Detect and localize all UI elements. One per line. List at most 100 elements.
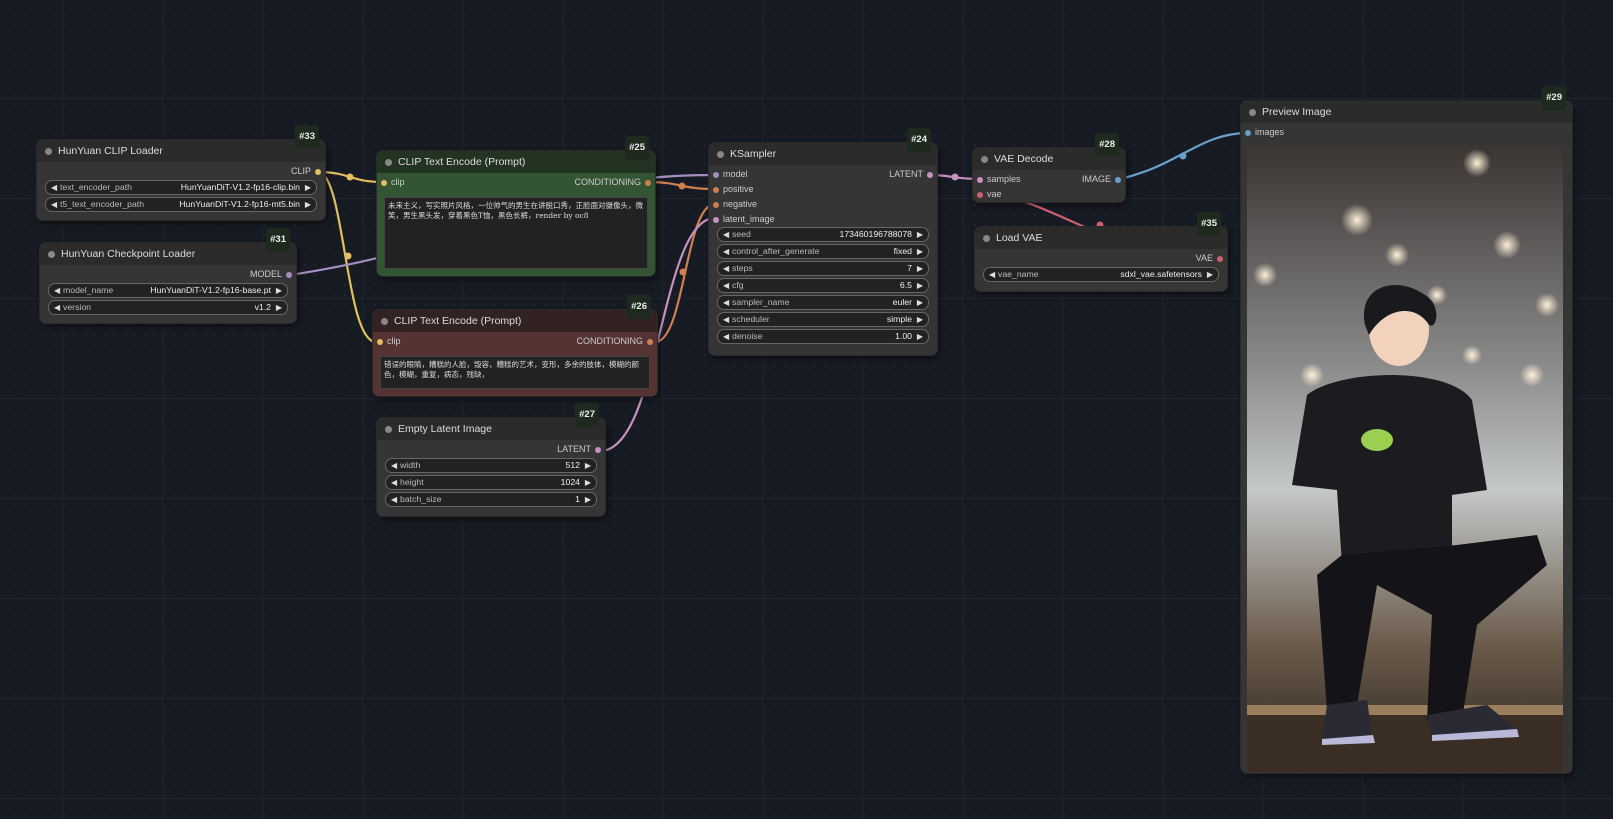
arrow-left-icon[interactable]: ◀	[51, 198, 57, 211]
node-negative-prompt[interactable]: CLIP Text Encode (Prompt) #26 clip CONDITI…	[373, 295, 657, 396]
control-after-generate-widget[interactable]: ◀ control_after_generate fixed ▶	[717, 244, 929, 259]
arrow-right-icon[interactable]: ▶	[276, 301, 282, 314]
node-header[interactable]: CLIP Text Encode (Prompt) #25	[377, 136, 655, 173]
collapse-dot[interactable]	[717, 151, 724, 158]
input-slot[interactable]	[713, 187, 719, 193]
output-slot[interactable]	[286, 272, 292, 278]
arrow-right-icon[interactable]: ▶	[276, 284, 282, 297]
input-slot[interactable]	[381, 180, 387, 186]
denoise-widget[interactable]: ◀ denoise 1.00 ▶	[717, 329, 929, 344]
node-header[interactable]: KSampler #24	[709, 128, 937, 165]
input-slot[interactable]	[713, 172, 719, 178]
node-checkpoint-loader[interactable]: HunYuan Checkpoint Loader #31 MODEL ◀ mode…	[40, 228, 296, 323]
arrow-right-icon[interactable]: ▶	[305, 198, 311, 211]
arrow-left-icon[interactable]: ◀	[723, 228, 729, 241]
output-slot[interactable]	[645, 180, 651, 186]
node-id: #33	[295, 125, 319, 149]
arrow-left-icon[interactable]: ◀	[723, 296, 729, 309]
model-name-widget[interactable]: ◀ model_name HunYuanDiT-V1.2-fp16-base.pt ▶	[48, 283, 288, 298]
arrow-left-icon[interactable]: ◀	[989, 268, 995, 281]
arrow-right-icon[interactable]: ▶	[917, 262, 923, 275]
arrow-left-icon[interactable]: ◀	[391, 476, 397, 489]
node-empty-latent[interactable]: Empty Latent Image #27 LATENT ◀ width 512 ▶ …	[377, 403, 605, 516]
input-slot[interactable]	[713, 202, 719, 208]
version-widget[interactable]: ◀ version v1.2 ▶	[48, 300, 288, 315]
seed-widget[interactable]: ◀ seed 173460196788078 ▶	[717, 227, 929, 242]
height-widget[interactable]: ◀ height 1024 ▶	[385, 475, 597, 490]
output-slot[interactable]	[315, 169, 321, 175]
batch-size-widget[interactable]: ◀ batch_size 1 ▶	[385, 492, 597, 507]
input-slot[interactable]	[1245, 130, 1251, 136]
arrow-right-icon[interactable]: ▶	[585, 476, 591, 489]
arrow-right-icon[interactable]: ▶	[305, 181, 311, 194]
arrow-left-icon[interactable]: ◀	[723, 262, 729, 275]
scheduler-widget[interactable]: ◀ scheduler simple ▶	[717, 312, 929, 327]
arrow-right-icon[interactable]: ▶	[1207, 268, 1213, 281]
text-encoder-path-widget[interactable]: ◀ text_encoder_path HunYuanDiT-V1.2-fp16-c…	[45, 180, 317, 195]
collapse-dot[interactable]	[45, 148, 52, 155]
widget-value: euler	[892, 297, 912, 307]
arrow-right-icon[interactable]: ▶	[917, 330, 923, 343]
output-slot[interactable]	[595, 447, 601, 453]
node-header[interactable]: Preview Image #29	[1241, 86, 1572, 123]
node-load-vae[interactable]: Load VAE #35 VAE ◀ vae_name sdxl_vae.safete…	[975, 212, 1227, 291]
input-slot[interactable]	[713, 217, 719, 223]
output-slot[interactable]	[927, 172, 933, 178]
input-slot[interactable]	[977, 177, 983, 183]
widget-value: 173460196788078	[839, 229, 912, 239]
node-header[interactable]: HunYuan CLIP Loader #33	[37, 125, 325, 162]
input-latent-image: latent_image	[723, 214, 775, 224]
node-preview-image[interactable]: Preview Image #29 images	[1241, 86, 1572, 773]
vae-name-widget[interactable]: ◀ vae_name sdxl_vae.safetensors ▶	[983, 267, 1219, 282]
node-header[interactable]: Load VAE #35	[975, 212, 1227, 249]
steps-widget[interactable]: ◀ steps 7 ▶	[717, 261, 929, 276]
input-slot[interactable]	[977, 192, 983, 198]
preview-image[interactable]	[1247, 145, 1563, 772]
collapse-dot[interactable]	[983, 235, 990, 242]
arrow-left-icon[interactable]: ◀	[51, 181, 57, 194]
collapse-dot[interactable]	[385, 159, 392, 166]
widget-name: denoise	[732, 331, 763, 341]
arrow-left-icon[interactable]: ◀	[391, 493, 397, 506]
arrow-right-icon[interactable]: ▶	[917, 296, 923, 309]
width-widget[interactable]: ◀ width 512 ▶	[385, 458, 597, 473]
input-slot[interactable]	[377, 339, 383, 345]
node-header[interactable]: HunYuan Checkpoint Loader #31	[40, 228, 296, 265]
collapse-dot[interactable]	[1249, 109, 1256, 116]
node-header[interactable]: CLIP Text Encode (Prompt) #26	[373, 295, 657, 332]
input-samples: samples	[987, 174, 1021, 184]
prompt-textarea[interactable]: 错误的眼睛，糟糕的人脸，毁容，糟糕的艺术，变形，多余的肢体，模糊的颜色，模糊，重…	[380, 356, 650, 389]
arrow-left-icon[interactable]: ◀	[54, 284, 60, 297]
arrow-right-icon[interactable]: ▶	[585, 459, 591, 472]
widget-name: steps	[732, 263, 753, 273]
node-vae-decode[interactable]: VAE Decode #28 samples IMAGE vae	[973, 133, 1125, 202]
node-positive-prompt[interactable]: CLIP Text Encode (Prompt) #25 clip CONDITI…	[377, 136, 655, 276]
arrow-right-icon[interactable]: ▶	[917, 279, 923, 292]
collapse-dot[interactable]	[981, 156, 988, 163]
collapse-dot[interactable]	[381, 318, 388, 325]
node-header[interactable]: VAE Decode #28	[973, 133, 1125, 170]
arrow-right-icon[interactable]: ▶	[917, 228, 923, 241]
arrow-left-icon[interactable]: ◀	[723, 330, 729, 343]
arrow-left-icon[interactable]: ◀	[723, 313, 729, 326]
node-clip-loader[interactable]: HunYuan CLIP Loader #33 CLIP ◀ text_encode…	[37, 125, 325, 220]
arrow-left-icon[interactable]: ◀	[723, 279, 729, 292]
output-slot[interactable]	[1217, 256, 1223, 262]
collapse-dot[interactable]	[385, 426, 392, 433]
node-ksampler[interactable]: KSampler #24 model LATENT positive negativ…	[709, 128, 937, 355]
t5-encoder-path-widget[interactable]: ◀ t5_text_encoder_path HunYuanDiT-V1.2-fp1…	[45, 197, 317, 212]
arrow-left-icon[interactable]: ◀	[54, 301, 60, 314]
cfg-widget[interactable]: ◀ cfg 6.5 ▶	[717, 278, 929, 293]
widget-value: v1.2	[254, 302, 271, 312]
arrow-right-icon[interactable]: ▶	[917, 245, 923, 258]
node-header[interactable]: Empty Latent Image #27	[377, 403, 605, 440]
arrow-left-icon[interactable]: ◀	[391, 459, 397, 472]
arrow-left-icon[interactable]: ◀	[723, 245, 729, 258]
output-slot[interactable]	[1115, 177, 1121, 183]
collapse-dot[interactable]	[48, 251, 55, 258]
prompt-textarea[interactable]: 未来主义，写实照片风格，一位帅气的男生在讲脱口秀，正脸面对摄像头，微笑，男生黑头…	[384, 197, 648, 269]
arrow-right-icon[interactable]: ▶	[917, 313, 923, 326]
arrow-right-icon[interactable]: ▶	[585, 493, 591, 506]
output-slot[interactable]	[647, 339, 653, 345]
sampler-name-widget[interactable]: ◀ sampler_name euler ▶	[717, 295, 929, 310]
